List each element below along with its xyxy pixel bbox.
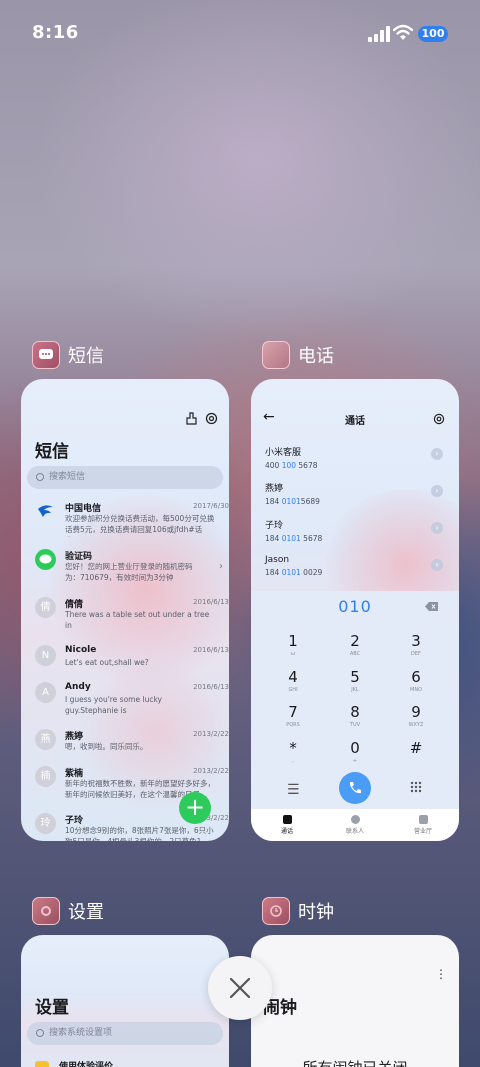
key-4[interactable]: 4 GHI (273, 668, 313, 693)
phone-app-card[interactable]: ← 通话 小米客服 400 100 5678 › 燕婷 184 01015689… (251, 379, 459, 841)
app-name-clock: 时钟 (298, 902, 334, 923)
chevron-right-icon[interactable]: › (431, 522, 443, 534)
key-8[interactable]: 8 TUV (335, 703, 375, 728)
sms-page-title: 短信 (35, 442, 69, 462)
sms-app-icon (32, 341, 60, 369)
key-hash[interactable]: # (396, 739, 436, 758)
contact-row[interactable]: 燕婷 184 01015689 (265, 481, 445, 506)
status-time: 8:16 (32, 22, 79, 43)
app-name-sms: 短信 (68, 346, 104, 367)
key-6[interactable]: 6 MNO (396, 668, 436, 693)
chevron-right-icon[interactable]: › (431, 559, 443, 571)
compose-button[interactable]: + (179, 792, 211, 824)
list-item[interactable]: A Andy 2016/6/13 I guess you're some luc… (35, 682, 229, 718)
call-button[interactable] (339, 772, 371, 804)
tab-contacts[interactable]: 联系人 (333, 815, 377, 835)
key-star[interactable]: *, (273, 739, 313, 764)
close-icon (229, 977, 251, 999)
avatar: 燕 (35, 729, 56, 750)
clock-app-icon (262, 897, 290, 925)
chevron-right-icon[interactable]: › (431, 485, 443, 497)
key-5[interactable]: 5 JKL (335, 668, 375, 693)
list-item[interactable]: 燕 燕婷 2013/2/22 嗯，收到啦。同乐同乐。 (35, 729, 229, 765)
alarms-empty-text: 所有闹钟已关闭 (251, 1057, 459, 1067)
clean-icon[interactable] (185, 412, 198, 425)
gear-icon[interactable] (205, 412, 218, 425)
chat-bubble-icon (35, 549, 56, 570)
key-2[interactable]: 2 ABC (335, 632, 375, 657)
clock-app-card[interactable]: ⋮ 闹钟 所有闹钟已关闭 (251, 935, 459, 1067)
gear-icon[interactable] (433, 413, 445, 425)
key-1[interactable]: 1ω (273, 632, 313, 657)
list-item[interactable]: 中国电信 2017/6/30 欢迎参加积分兑换话费活动，每500分可兑换 话费5… (35, 501, 229, 537)
settings-app-card[interactable]: 设置 搜索系统设置项 使用体验评价 (21, 935, 229, 1067)
battery-badge: 100 (418, 26, 448, 42)
feedback-icon (35, 1061, 49, 1067)
phone-icon (282, 815, 292, 824)
sms-app-card[interactable]: 短信 搜索短信 中国电信 2017/6/30 欢迎参加积分兑换话费活动，每500… (21, 379, 229, 841)
dial-keypad: 010 1ω 2 ABC 3 DEF 4 GHI 5 JKL 6 MNO 7 PQRS 8T… (251, 591, 459, 841)
avatar: 玲 (35, 813, 56, 834)
backspace-icon[interactable] (425, 602, 438, 611)
menu-icon[interactable]: ☰ (287, 782, 300, 798)
status-bar: 8:16 100 (0, 0, 480, 68)
settings-search-input[interactable]: 搜索系统设置项 (27, 1022, 223, 1045)
app-header-phone[interactable]: 电话 (262, 340, 334, 370)
contact-row[interactable]: 子玲 184 0101 5678 (265, 518, 445, 543)
sms-search-input[interactable]: 搜索短信 (27, 466, 223, 489)
app-header-settings[interactable]: 设置 (32, 896, 104, 926)
key-7[interactable]: 7 PQRS (273, 703, 313, 728)
china-telecom-logo-icon (38, 505, 53, 517)
list-item[interactable]: N Nicole 2016/6/13 Let's eat out,shall w… (35, 645, 229, 681)
app-header-clock[interactable]: 时钟 (262, 896, 334, 926)
avatar: N (35, 645, 56, 666)
dialpad-grid-icon[interactable] (410, 781, 422, 793)
phone-tab-bar: 通话 联系人 营业厅 (251, 809, 459, 841)
key-0[interactable]: 0 + (335, 739, 375, 764)
search-icon (36, 473, 44, 481)
tab-calls[interactable]: 通话 (265, 815, 309, 835)
more-options-icon[interactable]: ⋮ (435, 967, 447, 981)
settings-page-title: 设置 (35, 998, 69, 1018)
store-icon (418, 815, 428, 824)
key-9[interactable]: 9 WXYZ (396, 703, 436, 728)
app-header-sms[interactable]: 短信 (32, 340, 104, 370)
signal-icon (368, 26, 390, 42)
chevron-right-icon[interactable]: › (431, 448, 443, 460)
avatar: A (35, 682, 56, 703)
chevron-right-icon: › (219, 561, 223, 572)
search-icon (36, 1029, 44, 1037)
clear-all-button[interactable] (208, 956, 272, 1020)
tab-business-hall[interactable]: 营业厅 (401, 815, 445, 835)
app-name-phone: 电话 (298, 346, 334, 367)
contact-icon (350, 815, 360, 824)
settings-app-icon (32, 897, 60, 925)
app-name-settings: 设置 (68, 902, 104, 923)
settings-item-label[interactable]: 使用体验评价 (59, 1059, 113, 1067)
contact-row[interactable]: 小米客服 400 100 5678 (265, 445, 445, 470)
wifi-icon (393, 24, 413, 40)
phone-app-icon (262, 341, 290, 369)
avatar: 楠 (35, 766, 56, 787)
phone-icon (350, 782, 361, 794)
key-3[interactable]: 3 DEF (396, 632, 436, 657)
contact-row[interactable]: Jason 184 0101 0029 (265, 555, 445, 577)
avatar: 倩 (35, 597, 56, 618)
list-item[interactable]: 验证码 您好！您的网上营业厅登录的随机密码 为：710679，有效时间为3分钟 … (35, 549, 229, 585)
list-item[interactable]: 倩 倩倩 2016/6/13 There was a table set out… (35, 597, 229, 633)
phone-page-title: 通话 (345, 416, 365, 427)
